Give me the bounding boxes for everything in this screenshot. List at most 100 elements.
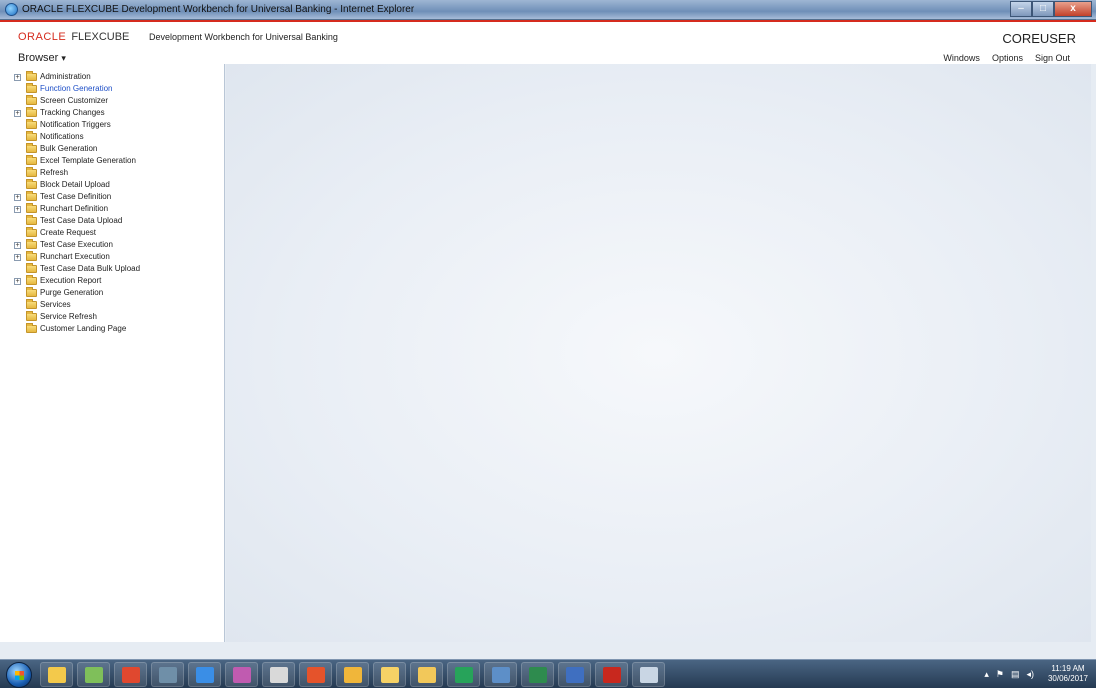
tree-item-notification-triggers[interactable]: Notification Triggers xyxy=(0,119,224,131)
tree-item-label: Bulk Generation xyxy=(40,144,98,153)
taskbar-browser-button[interactable] xyxy=(299,662,332,687)
taskbar-mail-button[interactable] xyxy=(373,662,406,687)
expand-icon[interactable]: + xyxy=(14,74,21,81)
clock-date: 30/06/2017 xyxy=(1047,674,1088,683)
expand-icon[interactable]: + xyxy=(14,242,21,249)
oracle-logo-text: ORACLE xyxy=(18,31,67,43)
show-hidden-icons-icon[interactable]: ▴ xyxy=(984,669,989,680)
top-navigation: Windows Options Sign Out xyxy=(943,53,1070,63)
tree-item-refresh[interactable]: Refresh xyxy=(0,167,224,179)
folder-icon xyxy=(26,131,37,141)
tree-item-administration[interactable]: + Administration xyxy=(0,71,224,83)
taskbar-skype-button[interactable] xyxy=(447,662,480,687)
acrobat-icon xyxy=(602,666,621,683)
tree-item-notifications[interactable]: Notifications xyxy=(0,131,224,143)
network-status-icon[interactable]: ▤ xyxy=(1011,669,1020,680)
folder-icon xyxy=(26,263,37,273)
expand-icon[interactable]: + xyxy=(14,254,21,261)
folder-icon xyxy=(26,239,37,249)
taskbar-excel-button[interactable] xyxy=(521,662,554,687)
maximize-button[interactable]: □ xyxy=(1032,1,1054,17)
taskbar-media-button[interactable] xyxy=(225,662,258,687)
tree-item-bulk-generation[interactable]: Bulk Generation xyxy=(0,143,224,155)
minimize-button[interactable]: – xyxy=(1010,1,1032,17)
tree-item-service-refresh[interactable]: Service Refresh xyxy=(0,311,224,323)
options-menu[interactable]: Options xyxy=(992,53,1023,63)
tree-item-function-generation[interactable]: Function Generation xyxy=(0,83,224,95)
taskbar-files-button[interactable] xyxy=(336,662,369,687)
folder-icon xyxy=(26,275,37,285)
browser-icon xyxy=(306,666,325,683)
folder-icon xyxy=(26,191,37,201)
taskbar-folder-button[interactable] xyxy=(40,662,73,687)
tree-item-label: Test Case Data Bulk Upload xyxy=(40,264,141,273)
skype-icon xyxy=(454,666,473,683)
folder-icon xyxy=(26,155,37,165)
taskbar-acrobat-button[interactable] xyxy=(595,662,628,687)
tree-item-runchart-execution[interactable]: + Runchart Execution xyxy=(0,251,224,263)
expand-icon[interactable]: + xyxy=(14,206,21,213)
browser-tree: + Administration Function Generation Screen… xyxy=(0,64,225,642)
tree-item-test-case-execution[interactable]: + Test Case Execution xyxy=(0,239,224,251)
tree-item-label: Create Request xyxy=(40,228,97,237)
volume-icon[interactable]: ◂) xyxy=(1026,669,1034,680)
network-icon xyxy=(158,666,177,683)
folder-icon xyxy=(26,311,37,321)
sign-out-link[interactable]: Sign Out xyxy=(1035,53,1070,63)
tree-item-test-case-data-upload[interactable]: Test Case Data Upload xyxy=(0,215,224,227)
main-workspace xyxy=(226,64,1091,642)
browser-menu[interactable]: Browser ▾ xyxy=(18,52,66,64)
taskbar-outlook-button[interactable] xyxy=(410,662,443,687)
folder-icon xyxy=(26,83,37,93)
folder-icon xyxy=(26,167,37,177)
remote-desktop-icon xyxy=(491,666,510,683)
tree-item-test-case-data-bulk-upload[interactable]: Test Case Data Bulk Upload xyxy=(0,263,224,275)
windows-taskbar: ▴ ⚑ ▤ ◂) 11:19 AM 30/06/2017 xyxy=(0,659,1096,688)
tree-item-tracking-changes[interactable]: + Tracking Changes xyxy=(0,107,224,119)
tree-item-block-detail-upload[interactable]: Block Detail Upload xyxy=(0,179,224,191)
chevron-down-icon: ▾ xyxy=(61,53,66,63)
expand-icon[interactable]: + xyxy=(14,110,21,117)
folder-icon xyxy=(26,227,37,237)
paint-icon xyxy=(269,666,288,683)
system-clock[interactable]: 11:19 AM 30/06/2017 xyxy=(1048,664,1088,684)
taskbar-word-button[interactable] xyxy=(558,662,591,687)
internet-explorer-icon xyxy=(195,666,214,683)
tree-item-purge-generation[interactable]: Purge Generation xyxy=(0,287,224,299)
application-name: Development Workbench for Universal Bank… xyxy=(149,32,338,42)
windows-menu[interactable]: Windows xyxy=(943,53,980,63)
internet-explorer-icon xyxy=(5,3,18,16)
taskbar-remote-desktop-button[interactable] xyxy=(484,662,517,687)
expand-icon[interactable]: + xyxy=(14,278,21,285)
tree-item-create-request[interactable]: Create Request xyxy=(0,227,224,239)
close-button[interactable]: x xyxy=(1054,1,1092,17)
tree-item-test-case-definition[interactable]: + Test Case Definition xyxy=(0,191,224,203)
taskbar-network-button[interactable] xyxy=(151,662,184,687)
image-viewer-icon xyxy=(84,666,103,683)
tree-item-label: Runchart Execution xyxy=(40,252,110,261)
tree-item-services[interactable]: Services xyxy=(0,299,224,311)
folder-icon xyxy=(26,203,37,213)
expand-icon[interactable]: + xyxy=(14,194,21,201)
window-titlebar: ORACLE FLEXCUBE Development Workbench fo… xyxy=(0,0,1096,20)
action-center-flag-icon[interactable]: ⚑ xyxy=(996,669,1004,680)
folder-icon xyxy=(26,251,37,261)
chrome-icon xyxy=(121,666,140,683)
tree-item-label: Service Refresh xyxy=(40,312,97,321)
tree-item-runchart-definition[interactable]: + Runchart Definition xyxy=(0,203,224,215)
tree-item-label: Function Generation xyxy=(40,84,113,93)
window-controls: – □ x xyxy=(1010,1,1092,17)
tree-item-screen-customizer[interactable]: Screen Customizer xyxy=(0,95,224,107)
taskbar-chrome-button[interactable] xyxy=(114,662,147,687)
tree-item-customer-landing-page[interactable]: Customer Landing Page xyxy=(0,323,224,335)
taskbar-internet-explorer-button[interactable] xyxy=(188,662,221,687)
tree-item-excel-template-generation[interactable]: Excel Template Generation xyxy=(0,155,224,167)
folder-icon xyxy=(26,107,37,117)
taskbar-paint-button[interactable] xyxy=(262,662,295,687)
outlook-icon xyxy=(417,666,436,683)
taskbar-settings-button[interactable] xyxy=(632,662,665,687)
tree-item-label: Refresh xyxy=(40,168,69,177)
start-button[interactable] xyxy=(6,662,32,688)
taskbar-image-viewer-button[interactable] xyxy=(77,662,110,687)
tree-item-execution-report[interactable]: + Execution Report xyxy=(0,275,224,287)
